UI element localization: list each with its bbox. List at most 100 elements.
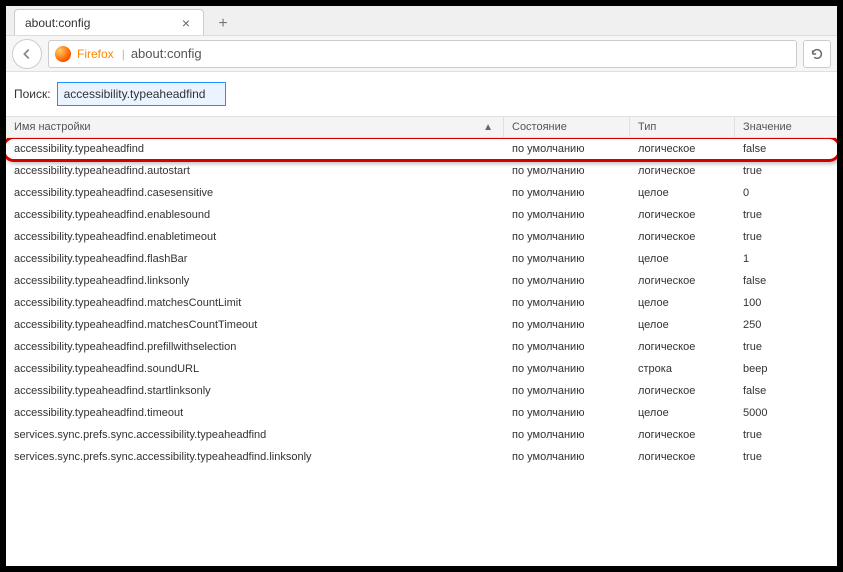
toolbar: Firefox | about:config <box>6 36 837 72</box>
cell-type: целое <box>630 407 735 419</box>
firefox-icon <box>55 46 71 62</box>
cell-value: 250 <box>735 319 837 331</box>
cell-name: accessibility.typeaheadfind.startlinkson… <box>6 385 504 397</box>
cell-state: по умолчанию <box>504 363 630 375</box>
reload-button[interactable] <box>803 40 831 68</box>
search-input[interactable] <box>57 82 226 106</box>
table-row[interactable]: accessibility.typeaheadfind.casesensitiv… <box>6 182 837 204</box>
cell-name: accessibility.typeaheadfind.linksonly <box>6 275 504 287</box>
table-row[interactable]: accessibility.typeaheadfind.linksonlyпо … <box>6 270 837 292</box>
table-row[interactable]: accessibility.typeaheadfind.soundURLпо у… <box>6 358 837 380</box>
cell-name: services.sync.prefs.sync.accessibility.t… <box>6 429 504 441</box>
cell-name: accessibility.typeaheadfind.autostart <box>6 165 504 177</box>
column-header-value-label: Значение <box>743 121 792 133</box>
table-row[interactable]: accessibility.typeaheadfind.prefillwiths… <box>6 336 837 358</box>
cell-name: accessibility.typeaheadfind.matchesCount… <box>6 297 504 309</box>
cell-state: по умолчанию <box>504 275 630 287</box>
cell-name: accessibility.typeaheadfind <box>6 143 504 155</box>
table-row[interactable]: services.sync.prefs.sync.accessibility.t… <box>6 446 837 468</box>
cell-value: false <box>735 143 837 155</box>
cell-type: логическое <box>630 165 735 177</box>
cell-type: логическое <box>630 385 735 397</box>
tab-about-config[interactable]: about:config × <box>14 9 204 35</box>
cell-value: 5000 <box>735 407 837 419</box>
cell-type: логическое <box>630 429 735 441</box>
cell-state: по умолчанию <box>504 407 630 419</box>
cell-state: по умолчанию <box>504 429 630 441</box>
column-header-state[interactable]: Состояние <box>504 117 630 137</box>
arrow-left-icon <box>20 47 34 61</box>
cell-type: логическое <box>630 231 735 243</box>
table-row[interactable]: accessibility.typeaheadfind.matchesCount… <box>6 292 837 314</box>
column-header-state-label: Состояние <box>512 121 567 133</box>
cell-value: true <box>735 231 837 243</box>
cell-state: по умолчанию <box>504 341 630 353</box>
separator: | <box>122 47 125 61</box>
cell-name: services.sync.prefs.sync.accessibility.t… <box>6 451 504 463</box>
cell-state: по умолчанию <box>504 253 630 265</box>
cell-name: accessibility.typeaheadfind.casesensitiv… <box>6 187 504 199</box>
table-row[interactable]: accessibility.typeaheadfind.enabletimeou… <box>6 226 837 248</box>
cell-type: логическое <box>630 341 735 353</box>
table-row[interactable]: accessibility.typeaheadfind.flashBarпо у… <box>6 248 837 270</box>
table-row[interactable]: accessibility.typeaheadfind.timeoutпо ум… <box>6 402 837 424</box>
cell-name: accessibility.typeaheadfind.enabletimeou… <box>6 231 504 243</box>
back-button[interactable] <box>12 39 42 69</box>
new-tab-button[interactable]: + <box>210 13 236 35</box>
table-row[interactable]: accessibility.typeaheadfind.autostartпо … <box>6 160 837 182</box>
identity-label: Firefox <box>77 47 114 61</box>
cell-name: accessibility.typeaheadfind.flashBar <box>6 253 504 265</box>
cell-state: по умолчанию <box>504 187 630 199</box>
column-header-type-label: Тип <box>638 121 656 133</box>
cell-state: по умолчанию <box>504 209 630 221</box>
cell-state: по умолчанию <box>504 297 630 309</box>
tab-title: about:config <box>25 16 179 30</box>
cell-value: true <box>735 429 837 441</box>
cell-state: по умолчанию <box>504 165 630 177</box>
table-row[interactable]: accessibility.typeaheadfind.startlinkson… <box>6 380 837 402</box>
cell-type: логическое <box>630 143 735 155</box>
tab-strip: about:config × + <box>6 6 837 36</box>
table-row[interactable]: accessibility.typeaheadfind.matchesCount… <box>6 314 837 336</box>
cell-value: beep <box>735 363 837 375</box>
table-row[interactable]: accessibility.typeaheadfindпо умолчаниюл… <box>6 138 837 160</box>
about-config-content: Поиск: Имя настройки ▲ Состояние Тип Зна… <box>6 72 837 566</box>
cell-name: accessibility.typeaheadfind.enablesound <box>6 209 504 221</box>
search-label: Поиск: <box>14 87 51 101</box>
reload-icon <box>810 47 824 61</box>
cell-type: целое <box>630 319 735 331</box>
cell-state: по умолчанию <box>504 451 630 463</box>
cell-name: accessibility.typeaheadfind.matchesCount… <box>6 319 504 331</box>
cell-value: false <box>735 385 837 397</box>
column-header-name-label: Имя настройки <box>14 121 91 133</box>
table-row[interactable]: accessibility.typeaheadfind.enablesoundп… <box>6 204 837 226</box>
cell-value: true <box>735 341 837 353</box>
cell-state: по умолчанию <box>504 385 630 397</box>
table-row[interactable]: services.sync.prefs.sync.accessibility.t… <box>6 424 837 446</box>
cell-value: true <box>735 451 837 463</box>
column-header-value[interactable]: Значение <box>735 117 837 137</box>
cell-value: true <box>735 209 837 221</box>
cell-value: 1 <box>735 253 837 265</box>
cell-name: accessibility.typeaheadfind.soundURL <box>6 363 504 375</box>
cell-type: строка <box>630 363 735 375</box>
cell-state: по умолчанию <box>504 231 630 243</box>
url-bar[interactable]: Firefox | about:config <box>48 40 797 68</box>
search-row: Поиск: <box>6 72 837 116</box>
column-header-type[interactable]: Тип <box>630 117 735 137</box>
cell-value: 0 <box>735 187 837 199</box>
cell-name: accessibility.typeaheadfind.prefillwiths… <box>6 341 504 353</box>
cell-value: true <box>735 165 837 177</box>
column-header-name[interactable]: Имя настройки ▲ <box>6 117 504 137</box>
cell-state: по умолчанию <box>504 143 630 155</box>
table-header: Имя настройки ▲ Состояние Тип Значение <box>6 116 837 138</box>
browser-window: about:config × + Firefox | about:config <box>6 6 837 566</box>
sort-asc-icon: ▲ <box>483 122 493 133</box>
cell-type: логическое <box>630 275 735 287</box>
close-icon[interactable]: × <box>179 16 193 30</box>
cell-type: логическое <box>630 451 735 463</box>
cell-type: целое <box>630 253 735 265</box>
cell-value: false <box>735 275 837 287</box>
cell-type: целое <box>630 187 735 199</box>
url-text: about:config <box>131 46 790 61</box>
